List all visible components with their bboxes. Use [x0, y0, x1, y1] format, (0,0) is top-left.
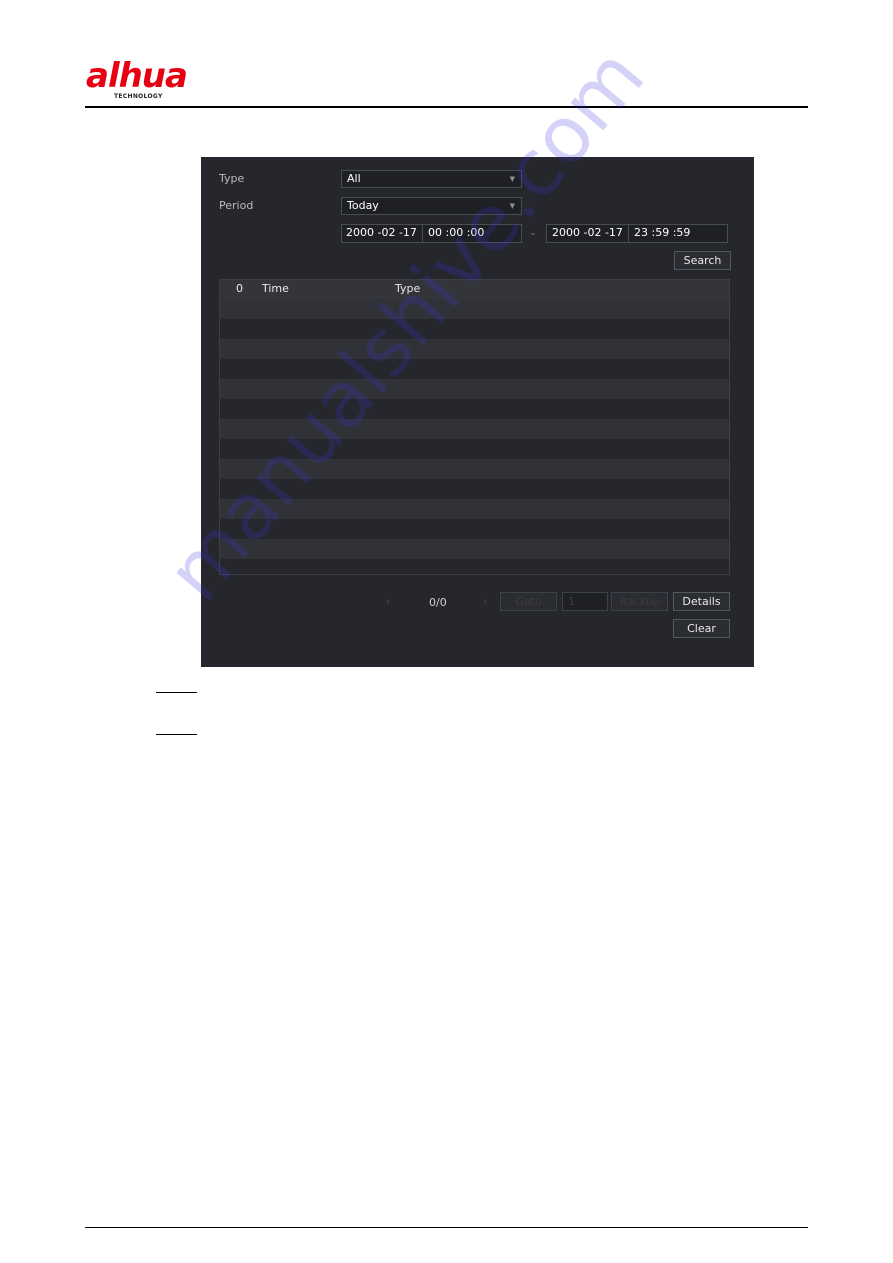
- table-row[interactable]: [220, 519, 729, 539]
- type-label: Type: [219, 172, 245, 185]
- goto-button[interactable]: Goto: [500, 592, 557, 611]
- end-time-input[interactable]: 23 :59 :59: [628, 225, 728, 242]
- header-divider: [85, 106, 808, 108]
- table-row[interactable]: [220, 339, 729, 359]
- range-separator: -: [531, 227, 535, 240]
- clear-button[interactable]: Clear: [673, 619, 730, 638]
- table-row[interactable]: [220, 479, 729, 499]
- table-row[interactable]: [220, 359, 729, 379]
- logo-brand-text: alhua: [86, 56, 188, 96]
- table-row[interactable]: [220, 419, 729, 439]
- next-page-icon[interactable]: ›: [483, 595, 487, 608]
- details-button[interactable]: Details: [673, 592, 730, 611]
- search-button[interactable]: Search: [674, 251, 731, 270]
- table-row[interactable]: [220, 499, 729, 519]
- start-datetime-field[interactable]: 2000 -02 -17 00 :00 :00: [341, 224, 522, 243]
- column-type[interactable]: Type: [395, 282, 420, 295]
- table-row[interactable]: [220, 439, 729, 459]
- table-row[interactable]: [220, 539, 729, 559]
- table-header: 0 Time Type: [220, 280, 729, 299]
- start-time-input[interactable]: 00 :00 :00: [422, 225, 522, 242]
- type-dropdown-value: All: [347, 172, 361, 185]
- period-dropdown[interactable]: Today ▼: [341, 197, 522, 215]
- end-datetime-field[interactable]: 2000 -02 -17 23 :59 :59: [546, 224, 728, 243]
- page-status: 0/0: [429, 596, 447, 609]
- table-row[interactable]: [220, 559, 729, 574]
- chevron-down-icon: ▼: [509, 175, 515, 183]
- period-dropdown-value: Today: [347, 199, 379, 212]
- logo-subtext: TECHNOLOGY: [114, 93, 163, 100]
- start-date-input[interactable]: 2000 -02 -17: [342, 225, 422, 242]
- table-row[interactable]: [220, 459, 729, 479]
- footer-divider: [85, 1227, 808, 1228]
- prev-page-icon[interactable]: ‹: [386, 595, 390, 608]
- column-time[interactable]: Time: [262, 282, 289, 295]
- backup-button[interactable]: Backup: [611, 592, 668, 611]
- step-marker-underline: [156, 734, 197, 735]
- table-row[interactable]: [220, 399, 729, 419]
- table-row[interactable]: [220, 379, 729, 399]
- page-number-input[interactable]: 1: [562, 592, 608, 611]
- log-table: 0 Time Type: [219, 279, 730, 575]
- step-marker-underline: [156, 692, 197, 693]
- table-row[interactable]: [220, 319, 729, 339]
- chevron-down-icon: ▼: [509, 202, 515, 210]
- type-dropdown[interactable]: All ▼: [341, 170, 522, 188]
- period-label: Period: [219, 199, 254, 212]
- table-row[interactable]: [220, 299, 729, 319]
- dahua-logo: alhua TECHNOLOGY: [86, 56, 206, 102]
- column-index[interactable]: 0: [236, 282, 243, 295]
- end-date-input[interactable]: 2000 -02 -17: [547, 225, 628, 242]
